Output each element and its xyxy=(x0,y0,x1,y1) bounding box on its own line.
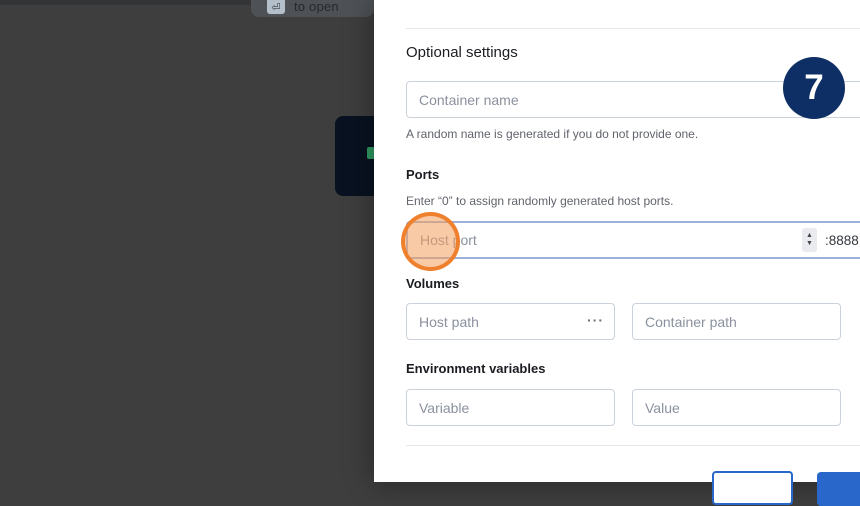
screen: { "colors": { "backdrop": "#3e3e3e", "ac… xyxy=(0,0,860,482)
host-path-field: ··· xyxy=(406,303,615,340)
environment-variables-label: Environment variables xyxy=(406,361,545,376)
container-port-suffix: :8888 xyxy=(825,233,859,248)
ports-helper: Enter “0” to assign randomly generated h… xyxy=(406,194,673,208)
return-key-icon: ⏎ xyxy=(267,0,285,14)
ports-label: Ports xyxy=(406,167,439,182)
run-button[interactable] xyxy=(817,472,860,506)
click-highlight-circle xyxy=(401,212,460,271)
volumes-label: Volumes xyxy=(406,276,459,291)
cancel-button[interactable] xyxy=(712,471,793,505)
top-divider xyxy=(406,28,860,29)
host-port-input[interactable] xyxy=(408,223,768,257)
step-number-badge: 7 xyxy=(783,57,845,119)
env-value-input[interactable] xyxy=(632,389,841,426)
container-name-helper: A random name is generated if you do not… xyxy=(406,127,698,141)
env-variable-input[interactable] xyxy=(406,389,615,426)
dialog-title: Optional settings xyxy=(406,44,518,61)
tooltip-label: to open xyxy=(294,0,339,14)
host-path-input[interactable] xyxy=(407,304,577,339)
number-stepper-icon[interactable]: ▲ ▼ xyxy=(802,228,817,252)
host-port-field: ▲ ▼ :8888 xyxy=(406,221,860,259)
footer-divider xyxy=(406,445,860,446)
open-hint-tooltip: ⏎ to open xyxy=(251,0,374,17)
stepper-down-icon[interactable]: ▼ xyxy=(806,240,813,248)
container-path-input[interactable] xyxy=(632,303,841,340)
stepper-up-icon[interactable]: ▲ xyxy=(806,232,813,240)
browse-ellipsis-icon[interactable]: ··· xyxy=(587,312,604,328)
